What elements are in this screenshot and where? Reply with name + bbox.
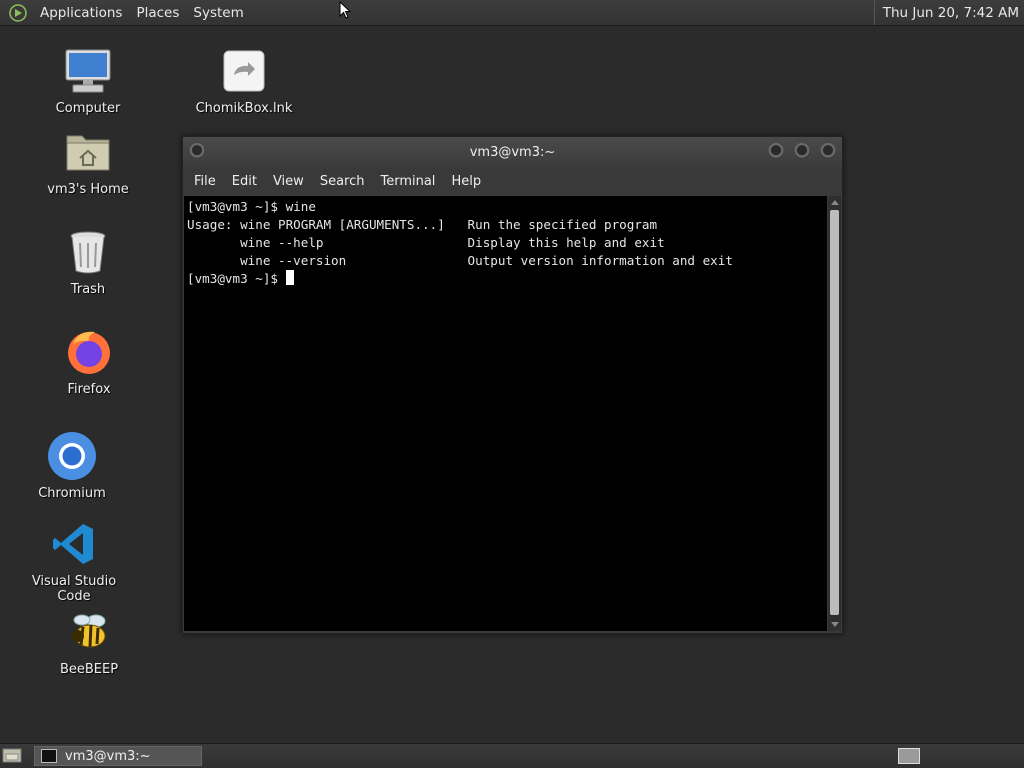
terminal-menubar: File Edit View Search Terminal Help xyxy=(183,167,842,195)
terminal-line: wine --version Output version informatio… xyxy=(187,253,733,268)
desktop-icon-beebeep[interactable]: BeeBEEP xyxy=(29,606,149,677)
chromium-icon xyxy=(46,430,98,482)
terminal-prompt: [vm3@vm3 ~]$ xyxy=(187,271,286,286)
taskbar-window-button[interactable]: vm3@vm3:~ xyxy=(34,746,202,766)
scrollbar-thumb[interactable] xyxy=(830,210,839,615)
applications-menu[interactable]: Applications xyxy=(33,5,129,21)
close-icon[interactable] xyxy=(820,143,836,159)
desktop-icon-trash[interactable]: Trash xyxy=(28,226,148,297)
minimize-icon[interactable] xyxy=(768,143,784,159)
menu-terminal[interactable]: Terminal xyxy=(373,174,444,189)
text-cursor xyxy=(285,270,294,285)
bottom-panel: vm3@vm3:~ xyxy=(0,743,1024,768)
desktop-icon-label: ChomikBox.lnk xyxy=(195,101,293,116)
menu-search[interactable]: Search xyxy=(313,174,374,189)
scroll-down-icon[interactable] xyxy=(831,622,839,627)
desktop-icon-home[interactable]: vm3's Home xyxy=(28,126,148,197)
workspace-switcher[interactable] xyxy=(898,748,920,764)
terminal-window: vm3@vm3:~ File Edit View Search Terminal… xyxy=(182,136,843,634)
terminal-output[interactable]: [vm3@vm3 ~]$ wine Usage: wine PROGRAM [AR… xyxy=(184,196,827,631)
desktop-icon-label: Visual Studio Code xyxy=(31,574,117,604)
desktop-icon-label: Trash xyxy=(70,282,106,297)
places-menu[interactable]: Places xyxy=(129,5,186,21)
menu-file[interactable]: File xyxy=(187,174,225,189)
terminal-prompt-line: [vm3@vm3 ~]$ xyxy=(187,270,827,288)
terminal-icon xyxy=(41,749,57,763)
terminal-scrollbar[interactable] xyxy=(828,196,841,631)
desktop-icon-vscode[interactable]: Visual Studio Code xyxy=(14,518,134,604)
terminal-line: [vm3@vm3 ~]$ wine xyxy=(187,199,316,214)
firefox-icon xyxy=(63,326,115,378)
home-folder-icon xyxy=(62,126,114,178)
terminal-line: Usage: wine PROGRAM [ARGUMENTS...] Run t… xyxy=(187,217,658,232)
menu-help[interactable]: Help xyxy=(444,174,490,189)
desktop-icon-computer[interactable]: Computer xyxy=(28,45,148,116)
desktop-icon-firefox[interactable]: Firefox xyxy=(29,326,149,397)
menu-edit[interactable]: Edit xyxy=(225,174,266,189)
desktop-icon-label: Firefox xyxy=(67,382,111,397)
show-desktop-icon[interactable] xyxy=(2,747,22,764)
desktop-icon-chromium[interactable]: Chromium xyxy=(12,430,132,501)
menu-view[interactable]: View xyxy=(266,174,313,189)
shortcut-icon xyxy=(218,45,270,97)
trash-icon xyxy=(62,226,114,278)
mouse-pointer-icon xyxy=(339,1,351,19)
maximize-icon[interactable] xyxy=(794,143,810,159)
scroll-up-icon[interactable] xyxy=(831,200,839,205)
computer-icon xyxy=(62,45,114,97)
window-menu-icon[interactable] xyxy=(189,143,205,159)
desktop-icon-label: Computer xyxy=(55,101,121,116)
terminal-line: wine --help Display this help and exit xyxy=(187,235,665,250)
top-panel: Applications Places System Thu Jun 20, 7… xyxy=(0,0,1024,26)
window-title: vm3@vm3:~ xyxy=(469,144,556,160)
vscode-icon xyxy=(48,518,100,570)
taskbar-window-label: vm3@vm3:~ xyxy=(65,748,151,764)
clock[interactable]: Thu Jun 20, 7:42 AM xyxy=(873,0,1024,25)
desktop-icon-label: vm3's Home xyxy=(47,182,129,197)
desktop-icon-label: Chromium xyxy=(38,486,106,501)
window-titlebar[interactable]: vm3@vm3:~ xyxy=(183,137,842,167)
bee-icon xyxy=(63,606,115,658)
desktop-icon-chomikbox[interactable]: ChomikBox.lnk xyxy=(184,45,304,116)
system-menu[interactable]: System xyxy=(186,5,250,21)
distro-logo-icon[interactable] xyxy=(8,3,28,23)
desktop-icon-label: BeeBEEP xyxy=(59,662,119,677)
